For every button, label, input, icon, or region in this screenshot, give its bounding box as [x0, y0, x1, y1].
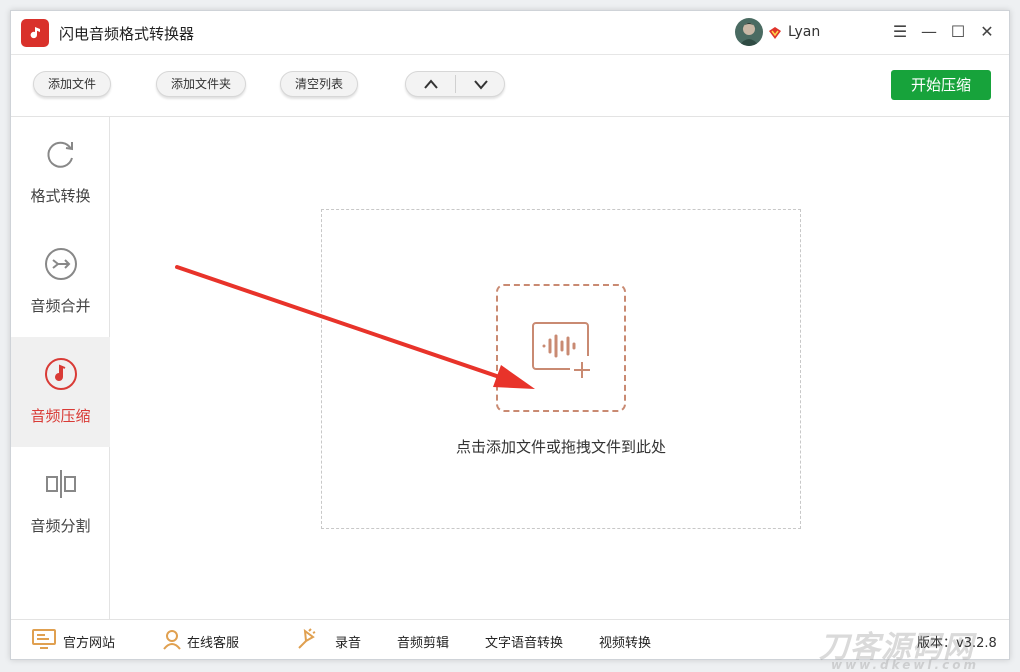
reorder-buttons — [405, 71, 505, 97]
chevron-up-icon — [424, 79, 438, 89]
audio-edit-link[interactable]: 音频剪辑 — [397, 632, 449, 651]
app-window: 闪电音频格式转换器 Lyan ☰ — ☐ ✕ 添加文件 添加文件夹 清空列表 开… — [10, 10, 1010, 672]
sidebar-item-label: 格式转换 — [30, 187, 91, 205]
menu-icon[interactable]: ☰ — [889, 21, 911, 43]
toolbar: 添加文件 添加文件夹 清空列表 开始压缩 — [11, 55, 1009, 117]
text-to-speech-link[interactable]: 文字语音转换 — [485, 632, 563, 651]
merge-icon — [45, 248, 77, 280]
split-icon — [46, 470, 76, 498]
chevron-down-icon — [474, 80, 488, 90]
file-drop-zone[interactable]: 点击添加文件或拖拽文件到此处 — [321, 209, 801, 529]
move-down-button[interactable] — [456, 72, 506, 96]
music-note-icon — [45, 358, 77, 390]
vip-icon — [768, 25, 782, 39]
audio-add-icon — [532, 322, 590, 378]
footer-bar: 官方网站 在线客服 录音 音频剪辑 文字语音转换 视频转换 刀客源码网 www.… — [11, 619, 1009, 672]
add-file-button[interactable]: 添加文件 — [33, 71, 112, 97]
minimize-button[interactable]: — — [918, 21, 940, 43]
monitor-icon — [32, 629, 56, 649]
add-file-box[interactable] — [496, 284, 626, 412]
add-folder-button[interactable]: 添加文件夹 — [156, 71, 247, 97]
sidebar-item-format-convert[interactable]: 格式转换 — [11, 117, 110, 227]
official-website-link[interactable]: 官方网站 — [63, 632, 115, 651]
sidebar: 格式转换 音频合并 音频压缩 音频分割 — [11, 117, 110, 619]
move-up-button[interactable] — [406, 72, 456, 96]
version-label: 版本：v3.2.8 — [917, 636, 997, 651]
online-support-link[interactable]: 在线客服 — [187, 632, 239, 651]
sidebar-item-audio-compress[interactable]: 音频压缩 — [11, 337, 110, 447]
app-title: 闪电音频格式转换器 — [59, 25, 195, 43]
title-bar: 闪电音频格式转换器 Lyan ☰ — ☐ ✕ — [11, 11, 1009, 55]
sidebar-item-audio-split[interactable]: 音频分割 — [11, 447, 110, 557]
sidebar-item-label: 音频合并 — [30, 297, 91, 315]
refresh-icon — [47, 141, 73, 168]
start-compress-button[interactable]: 开始压缩 — [891, 70, 991, 100]
app-logo-icon — [21, 19, 49, 47]
record-link[interactable]: 录音 — [335, 632, 361, 651]
avatar[interactable] — [735, 18, 763, 46]
username[interactable]: Lyan — [788, 24, 820, 40]
video-convert-link[interactable]: 视频转换 — [599, 632, 651, 651]
microphone-icon — [298, 628, 316, 649]
sidebar-item-audio-merge[interactable]: 音频合并 — [11, 227, 110, 337]
sidebar-item-label: 音频分割 — [30, 517, 91, 535]
customer-service-icon — [163, 630, 181, 650]
close-button[interactable]: ✕ — [976, 21, 998, 43]
maximize-button[interactable]: ☐ — [947, 21, 969, 43]
clear-list-button[interactable]: 清空列表 — [280, 71, 359, 97]
drop-hint-text: 点击添加文件或拖拽文件到此处 — [455, 438, 666, 456]
sidebar-item-label: 音频压缩 — [30, 407, 91, 425]
